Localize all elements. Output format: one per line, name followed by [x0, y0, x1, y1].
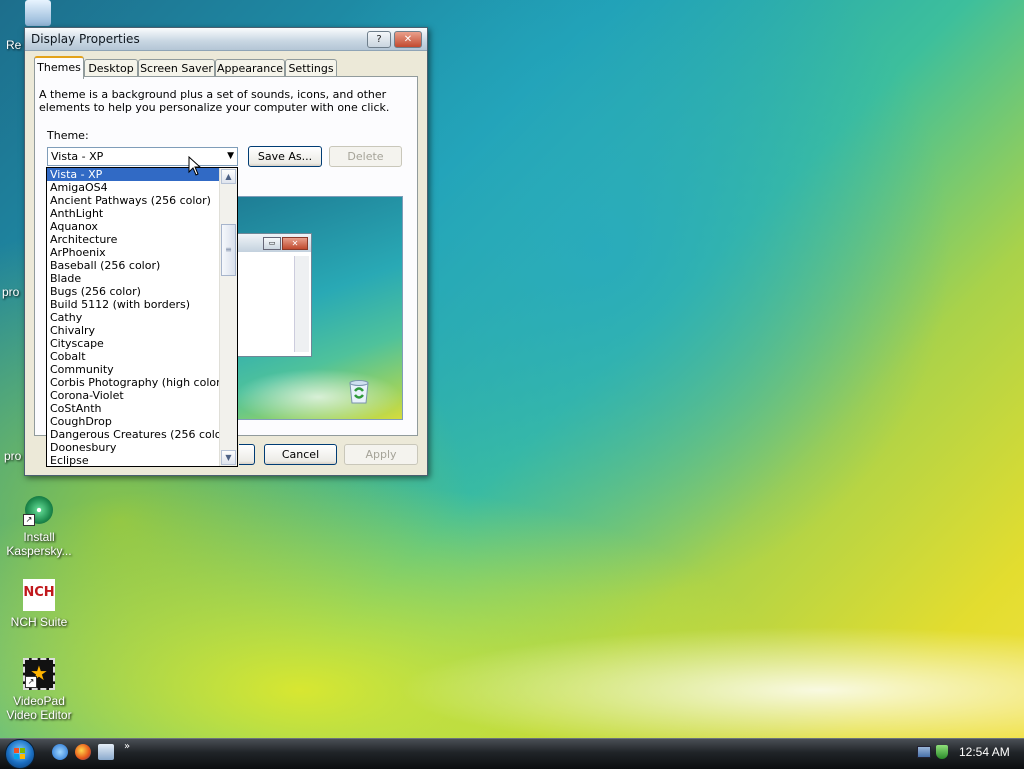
theme-option[interactable]: AmigaOS4 [47, 181, 222, 194]
desktop-label-pro-2: pro [4, 449, 22, 463]
tab-appearance[interactable]: Appearance [215, 59, 285, 77]
theme-label: Theme: [47, 129, 89, 142]
network-icon[interactable] [917, 746, 931, 758]
preview-sample-window: ▭ ✕ [238, 233, 312, 357]
theme-option[interactable]: Architecture [47, 233, 222, 246]
scroll-up-icon[interactable]: ▲ [221, 169, 236, 184]
theme-option[interactable]: Build 5112 (with borders) [47, 298, 222, 311]
nch-logo-icon: NCH [23, 579, 55, 611]
clock[interactable]: 12:54 AM [959, 745, 1010, 759]
tab-themes[interactable]: Themes [34, 56, 84, 79]
theme-option[interactable]: Doonesbury [47, 441, 222, 454]
quicklaunch-more-icon[interactable]: » [124, 741, 130, 752]
desktop-icon-videopad[interactable]: ★ ↗ VideoPad Video Editor [0, 658, 79, 722]
theme-description: A theme is a background plus a set of so… [39, 88, 390, 114]
ok-button[interactable] [239, 444, 255, 465]
theme-option[interactable]: Bugs (256 color) [47, 285, 222, 298]
close-button[interactable]: ✕ [394, 31, 422, 48]
theme-option[interactable]: Baseball (256 color) [47, 259, 222, 272]
theme-option[interactable]: Ancient Pathways (256 color) [47, 194, 222, 207]
theme-option[interactable]: Eclipse [47, 454, 222, 466]
taskbar [0, 738, 1024, 769]
recycle-bin-icon [25, 0, 51, 26]
preview-scrollbar [294, 256, 309, 352]
show-desktop-icon[interactable] [98, 744, 114, 760]
shortcut-arrow-icon: ↗ [23, 514, 35, 526]
theme-option[interactable]: Corona-Violet [47, 389, 222, 402]
dropdown-scrollbar[interactable]: ▲ ≡ ▼ [219, 168, 237, 466]
film-star-icon: ★ ↗ [23, 658, 55, 690]
shortcut-arrow-icon: ↗ [25, 676, 37, 688]
theme-option[interactable]: AnthLight [47, 207, 222, 220]
theme-option[interactable]: CoughDrop [47, 415, 222, 428]
theme-option[interactable]: Corbis Photography (high color) [47, 376, 222, 389]
theme-option[interactable]: Dangerous Creatures (256 color) [47, 428, 222, 441]
desktop-icon-recycle-bin[interactable] [0, 0, 78, 30]
security-shield-icon[interactable] [936, 745, 948, 759]
maximize-icon: ▭ [263, 237, 281, 250]
windows-logo-icon [14, 748, 26, 760]
theme-option[interactable]: Cobalt [47, 350, 222, 363]
tab-settings[interactable]: Settings [285, 59, 337, 77]
theme-option[interactable]: Aquanox [47, 220, 222, 233]
desktop-icon-nch-suite[interactable]: NCH NCH Suite [0, 579, 79, 629]
apply-button[interactable]: Apply [344, 444, 418, 465]
desktop-label-pro-1: pro [2, 285, 20, 299]
theme-select[interactable]: Vista - XP ▼ [47, 147, 238, 166]
theme-option[interactable]: Blade [47, 272, 222, 285]
theme-select-value: Vista - XP [51, 150, 104, 163]
window-title: Display Properties [31, 32, 140, 46]
theme-option[interactable]: ArPhoenix [47, 246, 222, 259]
theme-preview: ▭ ✕ [237, 196, 403, 420]
disc-icon: ↗ [23, 494, 55, 526]
theme-dropdown-list[interactable]: Vista - XP AmigaOS4 Ancient Pathways (256 … [46, 167, 238, 467]
dropdown-arrow-icon: ▼ [227, 151, 234, 161]
save-as-button[interactable]: Save As... [248, 146, 322, 167]
tab-desktop[interactable]: Desktop [84, 59, 138, 77]
desktop-icon-install-kaspersky[interactable]: ↗ Install Kaspersky... [0, 494, 79, 558]
tab-screen-saver[interactable]: Screen Saver [138, 59, 215, 77]
start-button[interactable] [5, 739, 35, 769]
scroll-thumb[interactable]: ≡ [221, 224, 236, 276]
desktop-icon-label: Install Kaspersky... [6, 530, 72, 558]
scroll-down-icon[interactable]: ▼ [221, 450, 236, 465]
theme-option[interactable]: Chivalry [47, 324, 222, 337]
theme-option[interactable]: CoStAnth [47, 402, 222, 415]
desktop-icon-label: NCH Suite [10, 615, 68, 629]
desktop-label-re: Re [6, 38, 22, 52]
internet-explorer-icon[interactable] [52, 744, 68, 760]
recycle-bin-icon [349, 380, 369, 404]
theme-option[interactable]: Cathy [47, 311, 222, 324]
firefox-icon[interactable] [75, 744, 91, 760]
help-button[interactable]: ? [367, 31, 391, 48]
theme-option[interactable]: Cityscape [47, 337, 222, 350]
theme-options: Vista - XP AmigaOS4 Ancient Pathways (256 … [47, 168, 237, 466]
desktop-icon-label: VideoPad Video Editor [6, 694, 72, 722]
close-icon: ✕ [282, 237, 308, 250]
title-bar[interactable]: Display Properties ? ✕ [25, 28, 427, 51]
theme-option[interactable]: Community [47, 363, 222, 376]
mouse-cursor-icon [188, 156, 202, 176]
cancel-button[interactable]: Cancel [264, 444, 337, 465]
delete-button[interactable]: Delete [329, 146, 402, 167]
